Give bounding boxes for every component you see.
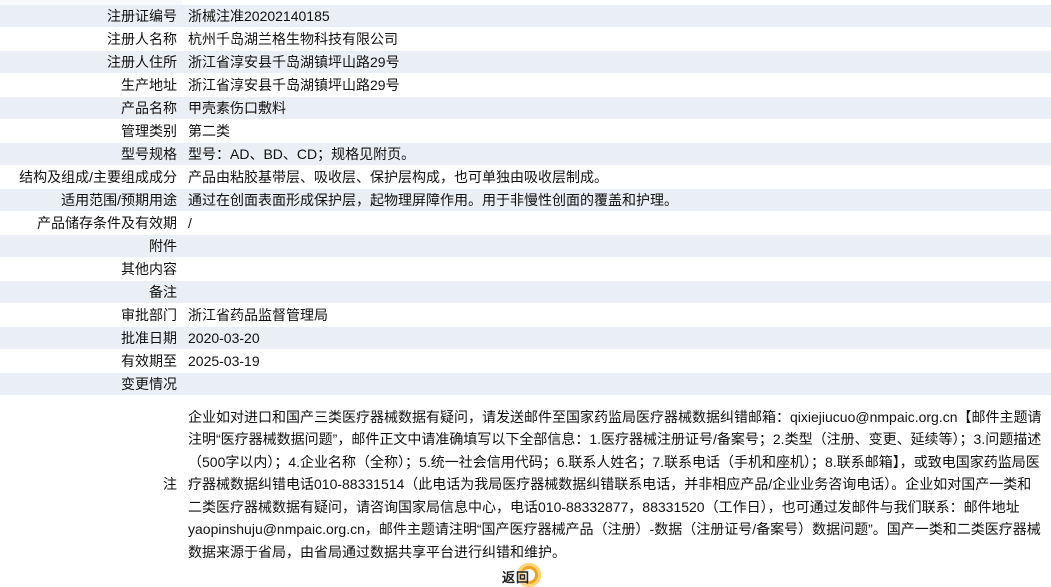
device-registration-table: 注册证编号 浙械注准20202140185 注册人名称 杭州千岛湖兰格生物科技有限公司… bbox=[0, 5, 1051, 574]
back-button-label: 返回 bbox=[501, 570, 530, 585]
table-row-storage-validity: 产品储存条件及有效期 / bbox=[0, 211, 1051, 235]
table-row-registrant-name: 注册人名称 杭州千岛湖兰格生物科技有限公司 bbox=[0, 27, 1051, 51]
table-row-other-content: 其他内容 bbox=[0, 257, 1051, 281]
field-value-valid-until: 2025-03-19 bbox=[182, 349, 1051, 373]
field-value-registrant-address: 浙江省淳安县千岛湖镇坪山路29号 bbox=[182, 50, 1051, 74]
field-label-scope-use: 适用范围/预期用途 bbox=[0, 188, 182, 212]
field-label-registrant-name: 注册人名称 bbox=[0, 27, 182, 51]
table-row-approval-date: 批准日期 2020-03-20 bbox=[0, 326, 1051, 350]
field-label-valid-until: 有效期至 bbox=[0, 349, 182, 373]
field-value-approval-date: 2020-03-20 bbox=[182, 326, 1051, 350]
field-value-attachment bbox=[182, 234, 1051, 258]
field-label-approval-dept: 审批部门 bbox=[0, 303, 182, 327]
field-value-remarks bbox=[182, 280, 1051, 304]
field-value-product-name: 甲壳素伤口敷料 bbox=[182, 96, 1051, 120]
table-row-reg-no: 注册证编号 浙械注准20202140185 bbox=[0, 5, 1051, 28]
field-label-attachment: 附件 bbox=[0, 234, 182, 258]
field-label-note: 注 bbox=[0, 395, 182, 574]
field-value-registrant-name: 杭州千岛湖兰格生物科技有限公司 bbox=[182, 27, 1051, 51]
table-row-note: 注企业如对进口和国产三类医疗器械数据有疑问，请发送邮件至国家药监局医疗器械数据纠… bbox=[0, 395, 1051, 574]
field-label-product-name: 产品名称 bbox=[0, 96, 182, 120]
table-row-model-spec: 型号规格 型号：AD、BD、CD；规格见附页。 bbox=[0, 142, 1051, 166]
back-button[interactable]: 返回 bbox=[494, 561, 550, 587]
field-label-storage-validity: 产品储存条件及有效期 bbox=[0, 211, 182, 235]
field-value-model-spec: 型号：AD、BD、CD；规格见附页。 bbox=[182, 142, 1051, 166]
field-label-registrant-address: 注册人住所 bbox=[0, 50, 182, 74]
table-row-production-address: 生产地址 浙江省淳安县千岛湖镇坪山路29号 bbox=[0, 73, 1051, 97]
detail-page: 注册证编号 浙械注准20202140185 注册人名称 杭州千岛湖兰格生物科技有限公司… bbox=[0, 0, 1051, 587]
field-label-other-content: 其他内容 bbox=[0, 257, 182, 281]
table-row-management-class: 管理类别 第二类 bbox=[0, 119, 1051, 143]
field-label-structure-composition: 结构及组成/主要组成成分 bbox=[0, 165, 182, 189]
table-row-change-status: 变更情况 bbox=[0, 372, 1051, 396]
field-value-reg-no: 浙械注准20202140185 bbox=[182, 5, 1051, 28]
table-row-valid-until: 有效期至 2025-03-19 bbox=[0, 349, 1051, 373]
table-row-remarks: 备注 bbox=[0, 280, 1051, 304]
table-row-product-name: 产品名称 甲壳素伤口敷料 bbox=[0, 96, 1051, 120]
field-label-reg-no: 注册证编号 bbox=[0, 5, 182, 28]
field-value-structure-composition: 产品由粘胶基带层、吸收层、保护层构成，也可单独由吸收层制成。 bbox=[182, 165, 1051, 189]
field-label-model-spec: 型号规格 bbox=[0, 142, 182, 166]
field-value-scope-use: 通过在创面表面形成保护层，起物理屏障作用。用于非慢性创面的覆盖和护理。 bbox=[182, 188, 1051, 212]
field-value-management-class: 第二类 bbox=[182, 119, 1051, 143]
field-value-note: 企业如对进口和国产三类医疗器械数据有疑问，请发送邮件至国家药监局医疗器械数据纠错… bbox=[182, 395, 1051, 574]
field-label-management-class: 管理类别 bbox=[0, 119, 182, 143]
table-row-registrant-address: 注册人住所 浙江省淳安县千岛湖镇坪山路29号 bbox=[0, 50, 1051, 74]
table-row-attachment: 附件 bbox=[0, 234, 1051, 258]
field-value-production-address: 浙江省淳安县千岛湖镇坪山路29号 bbox=[182, 73, 1051, 97]
field-label-remarks: 备注 bbox=[0, 280, 182, 304]
table-row-structure-composition: 结构及组成/主要组成成分 产品由粘胶基带层、吸收层、保护层构成，也可单独由吸收层制… bbox=[0, 165, 1051, 189]
table-row-approval-dept: 审批部门 浙江省药品监督管理局 bbox=[0, 303, 1051, 327]
field-label-production-address: 生产地址 bbox=[0, 73, 182, 97]
field-value-other-content bbox=[182, 257, 1051, 281]
field-value-approval-dept: 浙江省药品监督管理局 bbox=[182, 303, 1051, 327]
field-value-storage-validity: / bbox=[182, 211, 1051, 235]
field-value-change-status bbox=[182, 372, 1051, 396]
field-label-approval-date: 批准日期 bbox=[0, 326, 182, 350]
table-row-scope-use: 适用范围/预期用途 通过在创面表面形成保护层，起物理屏障作用。用于非慢性创面的覆盖… bbox=[0, 188, 1051, 212]
field-label-change-status: 变更情况 bbox=[0, 372, 182, 396]
